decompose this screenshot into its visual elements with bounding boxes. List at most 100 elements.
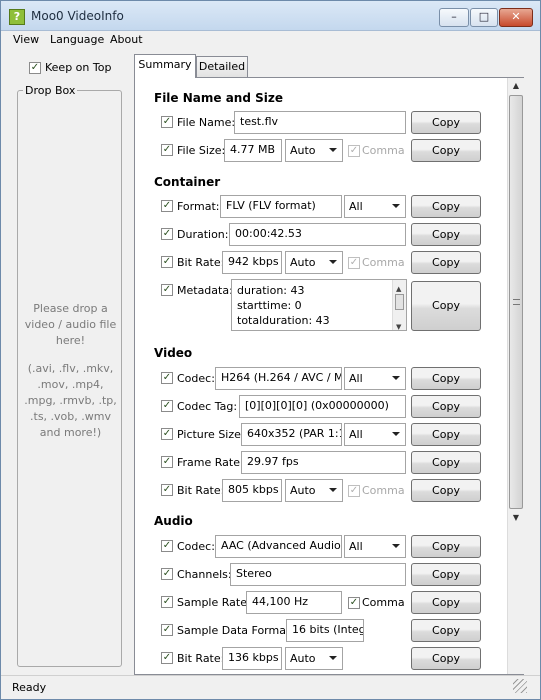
copy-metadata-button[interactable]: Copy bbox=[411, 281, 481, 331]
codec-tag-label: Codec Tag: bbox=[177, 400, 238, 413]
file-size-unit-select[interactable]: Auto bbox=[285, 139, 343, 162]
video-bitrate-comma-label: Comma bbox=[362, 484, 405, 497]
format-checkbox[interactable]: ✓ bbox=[161, 200, 173, 212]
audio-bitrate-unit-select[interactable]: Auto bbox=[285, 647, 343, 670]
scroll-down-icon[interactable]: ▼ bbox=[396, 320, 401, 335]
format-field[interactable]: FLV (FLV format) bbox=[220, 195, 342, 218]
format-select[interactable]: All bbox=[344, 195, 406, 218]
keep-on-top[interactable]: ✓ Keep on Top bbox=[29, 61, 111, 74]
menu-about[interactable]: About bbox=[110, 33, 143, 46]
container-bitrate-unit-select[interactable]: Auto bbox=[285, 251, 343, 274]
sample-format-field[interactable]: 16 bits (Integ bbox=[286, 619, 364, 642]
window-title: Moo0 VideoInfo bbox=[31, 9, 124, 23]
resize-grip-icon[interactable] bbox=[513, 679, 527, 693]
copy-container-bitrate-button[interactable]: Copy bbox=[411, 251, 481, 274]
sample-rate-comma-checkbox[interactable]: ✓ bbox=[348, 597, 360, 609]
main-window: ? Moo0 VideoInfo – □ ✕ View Language Abo… bbox=[0, 0, 541, 700]
minimize-button[interactable]: – bbox=[439, 8, 469, 27]
section-audio: Audio bbox=[154, 514, 193, 528]
scroll-thumb[interactable] bbox=[395, 294, 404, 310]
codec-tag-field[interactable]: [0][0][0][0] (0x00000000) bbox=[239, 395, 406, 418]
section-file: File Name and Size bbox=[154, 91, 283, 105]
video-bitrate-comma: ✓ Comma bbox=[348, 484, 405, 497]
keep-on-top-label: Keep on Top bbox=[45, 61, 112, 74]
file-size-checkbox[interactable]: ✓ bbox=[161, 144, 173, 156]
picture-size-select[interactable]: All bbox=[344, 423, 406, 446]
audio-bitrate-field[interactable]: 136 kbps bbox=[222, 647, 282, 670]
container-bitrate-unit: Auto bbox=[290, 256, 316, 269]
drop-box-hint: Please drop a video / audio file here! bbox=[24, 302, 117, 347]
frame-rate-field[interactable]: 29.97 fps bbox=[241, 451, 406, 474]
panel-scrollbar[interactable]: ▲ ▼ bbox=[507, 78, 524, 674]
video-bitrate-checkbox[interactable]: ✓ bbox=[161, 484, 173, 496]
maximize-button[interactable]: □ bbox=[470, 8, 498, 27]
video-bitrate-field[interactable]: 805 kbps bbox=[222, 479, 282, 502]
title-bar[interactable]: ? Moo0 VideoInfo – □ ✕ bbox=[1, 1, 540, 31]
close-button[interactable]: ✕ bbox=[499, 8, 533, 27]
audio-bitrate-checkbox[interactable]: ✓ bbox=[161, 652, 173, 664]
copy-sample-rate-button[interactable]: Copy bbox=[411, 591, 481, 614]
metadata-checkbox[interactable]: ✓ bbox=[161, 284, 173, 296]
copy-audio-bitrate-button[interactable]: Copy bbox=[411, 647, 481, 670]
copy-picture-size-button[interactable]: Copy bbox=[411, 423, 481, 446]
menu-language[interactable]: Language bbox=[50, 33, 104, 46]
tab-detailed[interactable]: Detailed bbox=[196, 56, 248, 77]
metadata-line: duration: 43 bbox=[237, 284, 305, 297]
audio-codec-field[interactable]: AAC (Advanced Audio bbox=[215, 535, 342, 558]
picture-size-option: All bbox=[349, 428, 363, 441]
audio-codec-select[interactable]: All bbox=[344, 535, 406, 558]
copy-channels-button[interactable]: Copy bbox=[411, 563, 481, 586]
sample-format-label: Sample Data Format: bbox=[177, 624, 294, 637]
copy-file-name-button[interactable]: Copy bbox=[411, 111, 481, 134]
format-option: All bbox=[349, 200, 363, 213]
copy-audio-codec-button[interactable]: Copy bbox=[411, 535, 481, 558]
copy-frame-rate-button[interactable]: Copy bbox=[411, 451, 481, 474]
video-codec-label: Codec: bbox=[177, 372, 215, 385]
file-name-field[interactable]: test.flv bbox=[234, 111, 406, 134]
scroll-down-icon[interactable]: ▼ bbox=[508, 510, 524, 526]
file-name-checkbox[interactable]: ✓ bbox=[161, 116, 173, 128]
video-codec-checkbox[interactable]: ✓ bbox=[161, 372, 173, 384]
chevron-down-icon bbox=[329, 260, 337, 264]
audio-codec-label: Codec: bbox=[177, 540, 215, 553]
video-codec-select[interactable]: All bbox=[344, 367, 406, 390]
picture-size-field[interactable]: 640x352 (PAR 1:1, bbox=[241, 423, 342, 446]
menu-view[interactable]: View bbox=[13, 33, 39, 46]
container-bitrate-comma-label: Comma bbox=[362, 256, 405, 269]
frame-rate-checkbox[interactable]: ✓ bbox=[161, 456, 173, 468]
sample-rate-comma[interactable]: ✓ Comma bbox=[348, 596, 405, 609]
channels-checkbox[interactable]: ✓ bbox=[161, 568, 173, 580]
container-bitrate-field[interactable]: 942 kbps bbox=[222, 251, 282, 274]
picture-size-checkbox[interactable]: ✓ bbox=[161, 428, 173, 440]
video-codec-option: All bbox=[349, 372, 363, 385]
copy-video-codec-button[interactable]: Copy bbox=[411, 367, 481, 390]
copy-video-bitrate-button[interactable]: Copy bbox=[411, 479, 481, 502]
metadata-textbox[interactable]: duration: 43 starttime: 0 totalduration:… bbox=[231, 279, 407, 331]
chevron-down-icon bbox=[329, 656, 337, 660]
video-codec-field[interactable]: H264 (H.264 / AVC / M bbox=[215, 367, 342, 390]
copy-format-button[interactable]: Copy bbox=[411, 195, 481, 218]
metadata-label: Metadata: bbox=[177, 284, 233, 297]
sample-format-checkbox[interactable]: ✓ bbox=[161, 624, 173, 636]
container-bitrate-checkbox[interactable]: ✓ bbox=[161, 256, 173, 268]
tab-summary[interactable]: Summary bbox=[134, 54, 196, 78]
keep-on-top-checkbox[interactable]: ✓ bbox=[29, 62, 41, 74]
file-size-field[interactable]: 4.77 MB bbox=[224, 139, 282, 162]
chevron-down-icon bbox=[392, 544, 400, 548]
drop-box-text: Please drop a video / audio file here! (… bbox=[23, 301, 118, 441]
copy-duration-button[interactable]: Copy bbox=[411, 223, 481, 246]
channels-field[interactable]: Stereo bbox=[230, 563, 406, 586]
copy-codec-tag-button[interactable]: Copy bbox=[411, 395, 481, 418]
metadata-scrollbar[interactable]: ▲ ▼ bbox=[392, 280, 406, 331]
copy-file-size-button[interactable]: Copy bbox=[411, 139, 481, 162]
duration-checkbox[interactable]: ✓ bbox=[161, 228, 173, 240]
sample-rate-checkbox[interactable]: ✓ bbox=[161, 596, 173, 608]
audio-codec-checkbox[interactable]: ✓ bbox=[161, 540, 173, 552]
duration-field[interactable]: 00:00:42.53 bbox=[229, 223, 406, 246]
scroll-up-icon[interactable]: ▲ bbox=[508, 78, 524, 94]
video-bitrate-unit-select[interactable]: Auto bbox=[285, 479, 343, 502]
sample-rate-field[interactable]: 44,100 Hz bbox=[246, 591, 342, 614]
scroll-thumb[interactable] bbox=[509, 95, 523, 509]
codec-tag-checkbox[interactable]: ✓ bbox=[161, 400, 173, 412]
copy-sample-format-button[interactable]: Copy bbox=[411, 619, 481, 642]
